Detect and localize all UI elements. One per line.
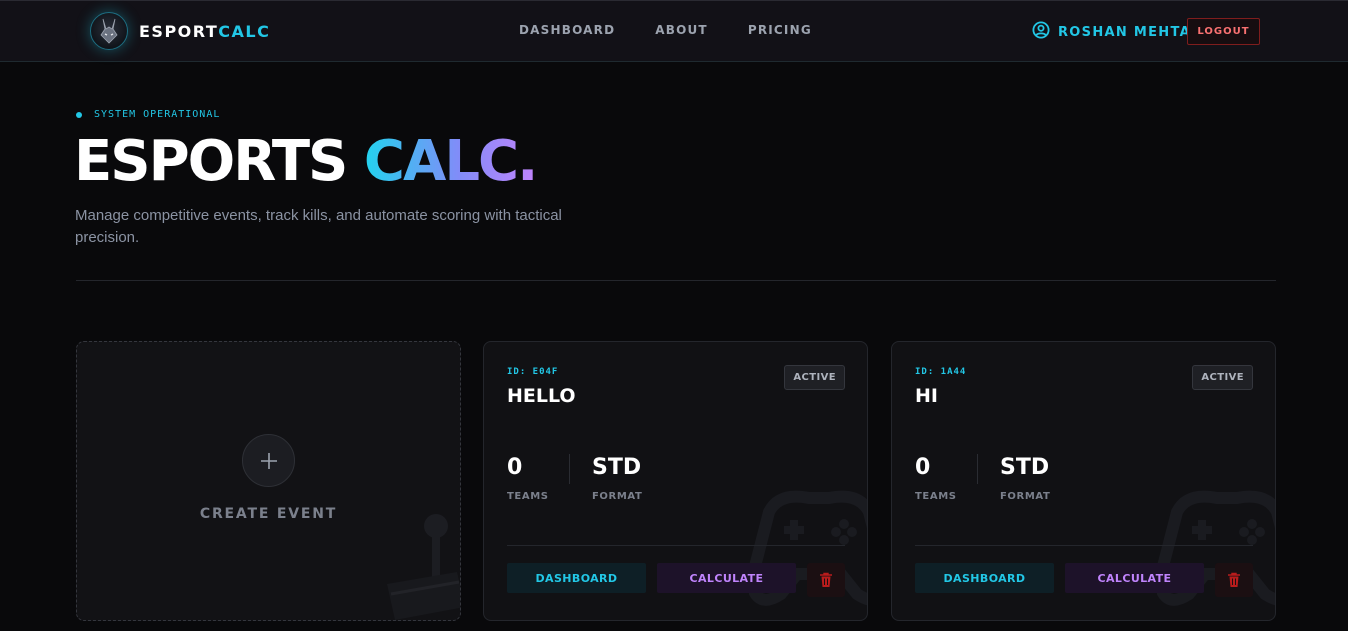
logout-button[interactable]: LOGOUT [1187,18,1260,45]
user-name: ROSHAN MEHTA [1058,25,1191,40]
nav-link-dashboard[interactable]: DASHBOARD [519,23,615,37]
teams-count: 0 [507,455,523,480]
card-divider [915,545,1253,546]
event-id: ID: E04F [507,367,559,377]
event-card[interactable]: ID: 1A44 HI ACTIVE 0 TEAMS STD FORMAT DA… [891,341,1276,621]
brand-name-part-1: ESPORT [139,21,219,41]
bunny-mask-logo-icon [90,12,128,50]
calculate-button[interactable]: CALCULATE [1065,563,1204,593]
joystick-icon [387,514,460,620]
stat-divider [977,454,978,484]
format-stat: STD FORMAT [1000,455,1050,502]
nav-link-pricing[interactable]: PRICING [748,23,812,37]
top-navbar: ESPORTCALC DASHBOARD ABOUT PRICING ROSHA… [0,0,1348,62]
page-title: ESPORTS CALC. [74,129,538,194]
brand-name-part-2: CALC [218,21,271,41]
status-text: SYSTEM OPERATIONAL [94,109,221,120]
stat-divider [569,454,570,484]
nav-links: DASHBOARD ABOUT PRICING [519,23,812,37]
nav-link-about[interactable]: ABOUT [655,23,708,37]
trash-icon [1228,572,1240,587]
calculate-button[interactable]: CALCULATE [657,563,796,593]
format-value: STD [1000,455,1050,480]
brand-name: ESPORTCALC [139,22,270,41]
plus-icon [242,434,295,487]
status-badge: ACTIVE [1192,365,1253,390]
status-dot-icon [76,111,82,118]
format-label: FORMAT [1000,491,1051,502]
event-id: ID: 1A44 [915,367,967,377]
teams-stat: 0 TEAMS [507,455,549,502]
create-event-card[interactable]: CREATE EVENT [76,341,461,621]
delete-button[interactable] [1215,563,1253,597]
user-menu[interactable]: ROSHAN MEHTA [1032,21,1191,44]
format-label: FORMAT [592,491,643,502]
card-divider [507,545,845,546]
delete-button[interactable] [807,563,845,597]
format-stat: STD FORMAT [592,455,642,502]
format-value: STD [592,455,642,480]
page-title-part-1: ESPORTS [74,129,364,194]
dashboard-button[interactable]: DASHBOARD [915,563,1054,593]
teams-label: TEAMS [507,491,549,502]
brand-logo[interactable]: ESPORTCALC [90,12,270,50]
teams-count: 0 [915,455,931,480]
system-status: SYSTEM OPERATIONAL [76,109,220,120]
create-event-label: CREATE EVENT [199,506,338,522]
event-name: HELLO [507,385,576,407]
dashboard-button[interactable]: DASHBOARD [507,563,646,593]
section-divider [76,280,1276,281]
teams-label: TEAMS [915,491,957,502]
status-badge: ACTIVE [784,365,845,390]
page-title-part-2: CALC. [363,129,538,194]
trash-icon [820,572,832,587]
event-card[interactable]: ID: E04F HELLO ACTIVE 0 TEAMS STD FORMAT… [483,341,868,621]
page-subtitle: Manage competitive events, track kills, … [75,207,562,246]
user-circle-icon [1032,21,1050,44]
event-name: HI [915,385,938,407]
teams-stat: 0 TEAMS [915,455,957,502]
